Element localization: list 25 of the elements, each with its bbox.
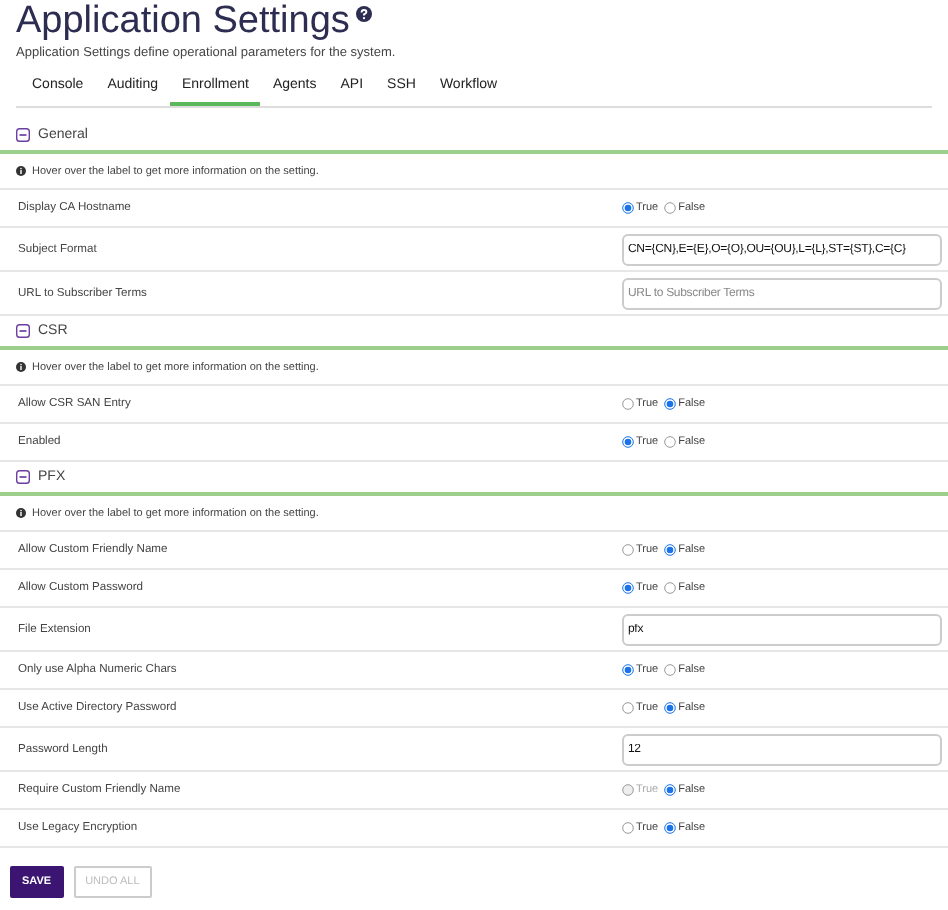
info-icon — [16, 362, 26, 372]
collapse-icon[interactable] — [16, 470, 30, 484]
help-icon[interactable] — [355, 6, 372, 22]
collapse-icon[interactable] — [16, 324, 30, 338]
radio-button[interactable] — [664, 398, 677, 410]
radio-button[interactable] — [664, 544, 677, 556]
radio-button[interactable] — [664, 784, 677, 796]
radio-button[interactable] — [664, 664, 677, 676]
radio-button[interactable] — [664, 702, 677, 714]
radio-button[interactable] — [622, 582, 634, 594]
radio-button[interactable] — [664, 436, 677, 448]
radio-button[interactable] — [622, 544, 634, 556]
page-title: Application Settings — [16, 0, 350, 44]
radio-button[interactable] — [622, 664, 634, 676]
radio-button[interactable] — [622, 398, 634, 410]
radio-button[interactable] — [664, 822, 677, 834]
radio-button[interactable] — [622, 436, 634, 448]
radio-button[interactable] — [664, 202, 677, 214]
info-icon — [16, 508, 26, 518]
collapse-icon[interactable] — [16, 128, 30, 142]
radio-button[interactable] — [664, 582, 677, 594]
radio-button[interactable] — [622, 702, 634, 714]
info-icon — [16, 166, 26, 176]
radio-button[interactable] — [622, 202, 634, 214]
radio-button[interactable] — [622, 822, 634, 834]
